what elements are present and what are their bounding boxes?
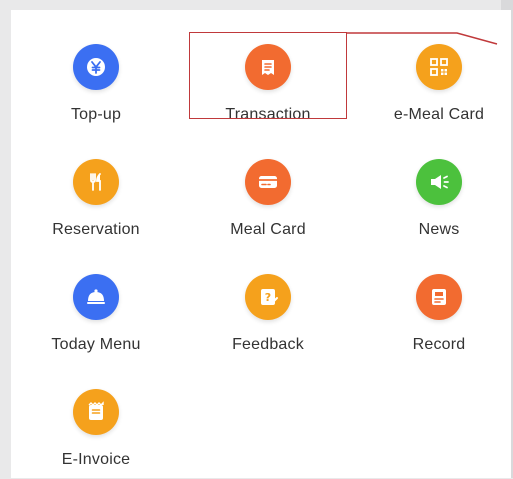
- menu-item-e-invoice[interactable]: E-Invoice: [21, 389, 171, 479]
- menu-item-today-menu[interactable]: Today Menu: [21, 274, 171, 364]
- menu-item-top-up[interactable]: Top-up: [21, 44, 171, 134]
- food-cloche-icon: [73, 274, 119, 320]
- menu-item-label: E-Invoice: [61, 451, 131, 468]
- menu-item-e-meal-card[interactable]: e-Meal Card: [364, 44, 513, 134]
- menu-item-label: Top-up: [70, 106, 122, 123]
- menu-item-label: Today Menu: [51, 336, 141, 353]
- menu-item-label: Reservation: [52, 221, 140, 238]
- record-icon: [416, 274, 462, 320]
- menu-item-label: Meal Card: [230, 221, 306, 238]
- menu-item-label: Transaction: [225, 106, 311, 123]
- svg-text:?: ?: [265, 291, 271, 304]
- receipt-icon: [245, 44, 291, 90]
- feedback-icon: ?: [245, 274, 291, 320]
- qr-code-icon: [416, 44, 462, 90]
- menu-item-news[interactable]: News: [364, 159, 513, 249]
- menu-item-label: Feedback: [232, 336, 304, 353]
- menu-item-meal-card[interactable]: Meal Card: [193, 159, 343, 249]
- menu-item-feedback[interactable]: ? Feedback: [193, 274, 343, 364]
- menu-item-label: News: [418, 221, 460, 238]
- fork-knife-icon: [73, 159, 119, 205]
- menu-item-label: Record: [412, 336, 466, 353]
- service-menu-panel: Top-up Transaction e-Meal Card Reservati…: [11, 10, 511, 478]
- menu-item-record[interactable]: Record: [364, 274, 513, 364]
- callout-line: [347, 32, 498, 45]
- menu-item-label: e-Meal Card: [393, 106, 485, 123]
- card-icon: [245, 159, 291, 205]
- invoice-icon: [73, 389, 119, 435]
- megaphone-icon: [416, 159, 462, 205]
- menu-item-reservation[interactable]: Reservation: [21, 159, 171, 249]
- menu-item-transaction[interactable]: Transaction: [193, 44, 343, 134]
- yuan-coin-icon: [73, 44, 119, 90]
